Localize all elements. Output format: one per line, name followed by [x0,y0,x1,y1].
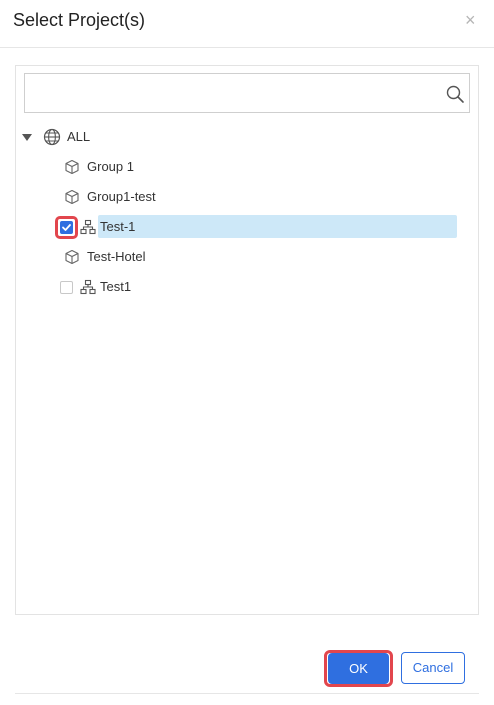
cube-icon [65,159,79,175]
footer-divider [15,693,479,694]
select-project-dialog: Select Project(s) × ALL Group 1 Group1-t… [0,0,494,705]
close-icon[interactable]: × [465,10,476,30]
tree-node-test1[interactable]: Test1 [16,274,476,300]
checkbox[interactable] [60,221,73,234]
search-icon[interactable] [445,84,465,104]
tree-node-label: Group1-test [87,189,156,204]
checkbox[interactable] [60,281,73,294]
selection-highlight [98,215,457,238]
caret-down-icon[interactable] [22,134,32,141]
cube-icon [65,249,79,265]
tree-node-label: Group 1 [87,159,134,174]
tree-node-label: ALL [67,129,91,144]
cube-icon [65,189,79,205]
check-icon [62,224,71,231]
search-input[interactable] [26,75,436,111]
tree-node-label: Test-Hotel [87,249,146,264]
tree-node-label: Test1 [100,279,132,294]
tree-node-test-1[interactable]: Test-1 [16,214,476,240]
ok-button[interactable]: OK [328,653,389,684]
tree-node-group-1[interactable]: Group 1 [16,154,476,180]
network-icon [80,219,96,235]
header-divider [0,47,494,48]
cancel-button[interactable]: Cancel [401,652,465,684]
tree-node-all[interactable]: ALL [16,124,476,150]
project-tree-panel: ALL Group 1 Group1-test Test-1 Test-Hote… [15,65,479,615]
globe-icon [43,128,61,146]
tree-node-label: Test-1 [100,219,136,234]
tree-node-test-hotel[interactable]: Test-Hotel [16,244,476,270]
tree-node-group1-test[interactable]: Group1-test [16,184,476,210]
dialog-title: Select Project(s) [13,10,146,30]
search-box [24,73,470,113]
network-icon [80,279,96,295]
